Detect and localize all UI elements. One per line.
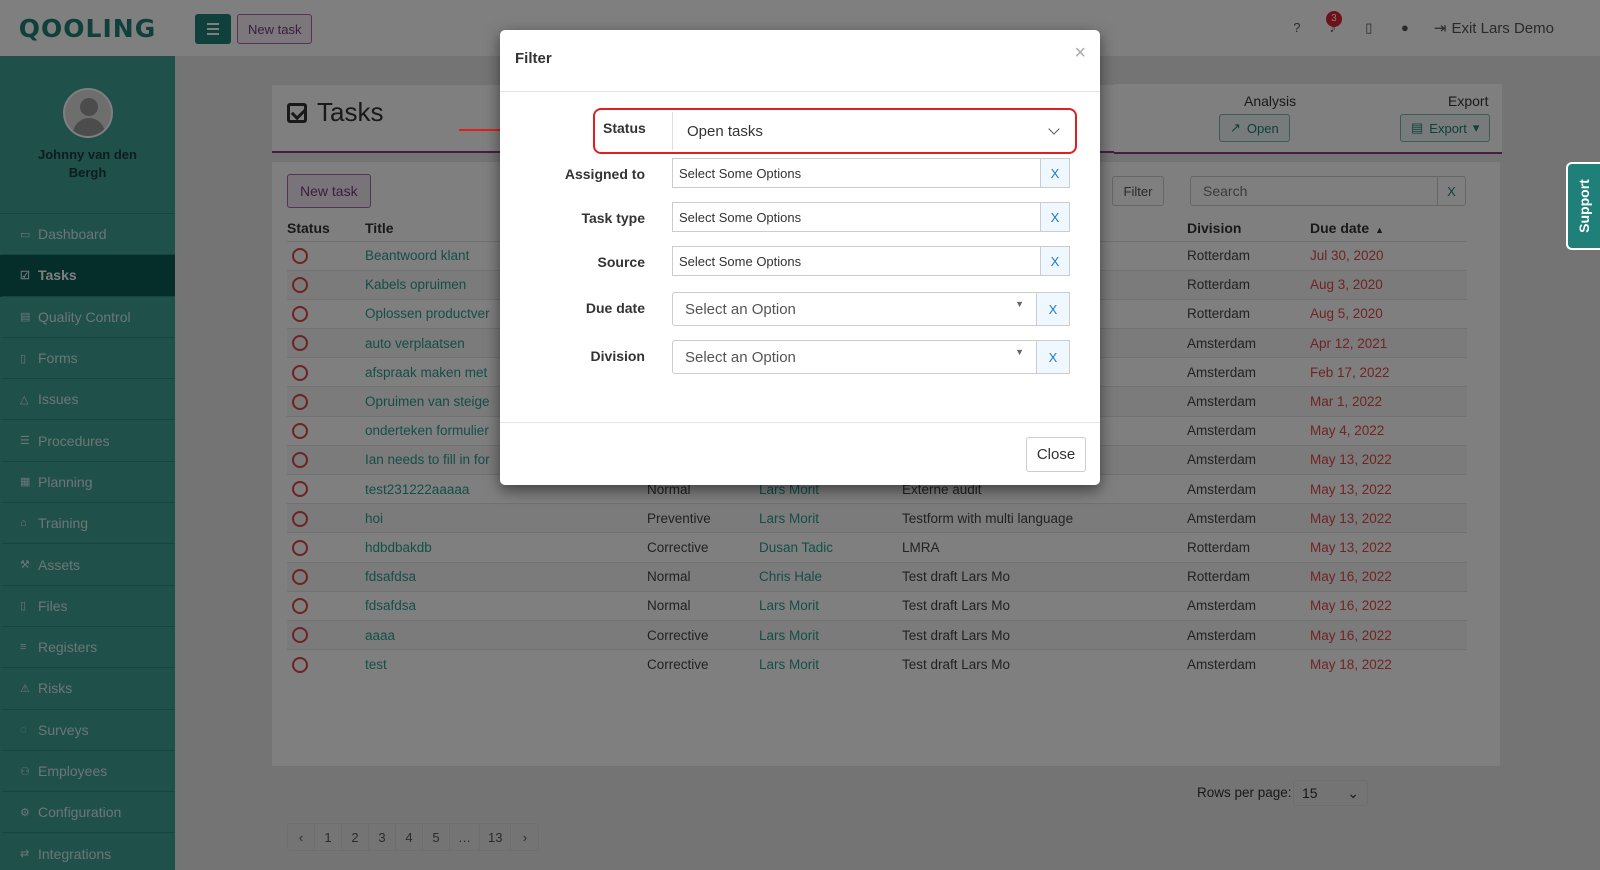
division-label: Division [590, 348, 645, 364]
modal-title: Filter [515, 50, 552, 67]
filter-modal: Filter × Status Open tasks Assigned to S… [500, 30, 1100, 485]
support-label: Support [1576, 179, 1592, 233]
modal-header: Filter × [500, 30, 1100, 92]
due-date-clear-button[interactable]: X [1036, 292, 1070, 326]
modal-footer: Close [500, 422, 1100, 485]
due-date-select[interactable]: Select an Option ▼ X [672, 292, 1070, 326]
division-select[interactable]: Select an Option ▼ X [672, 340, 1070, 374]
status-select[interactable]: Open tasks [672, 112, 1072, 150]
division-clear-button[interactable]: X [1036, 340, 1070, 374]
status-select-value: Open tasks [687, 122, 763, 140]
close-button[interactable]: Close [1026, 437, 1086, 472]
division-select-box[interactable]: Select an Option ▼ [672, 340, 1036, 374]
caret-down-icon: ▼ [1015, 299, 1024, 309]
source-clear-button[interactable]: X [1041, 247, 1069, 275]
caret-down-icon: ▼ [1015, 347, 1024, 357]
close-icon[interactable]: × [1074, 42, 1086, 65]
source-multiselect[interactable]: Select Some Options X [672, 246, 1070, 276]
assigned-to-multiselect[interactable]: Select Some Options X [672, 158, 1070, 188]
task-type-multiselect[interactable]: Select Some Options X [672, 202, 1070, 232]
division-placeholder: Select an Option [685, 348, 796, 366]
task-type-input[interactable]: Select Some Options [673, 203, 1041, 231]
task-type-clear-button[interactable]: X [1041, 203, 1069, 231]
status-filter-highlight: Status Open tasks [593, 108, 1077, 154]
support-tab[interactable]: Support [1566, 162, 1600, 250]
due-date-label: Due date [585, 300, 645, 316]
assigned-to-label: Assigned to [564, 166, 645, 182]
task-type-label: Task type [581, 210, 645, 226]
source-input[interactable]: Select Some Options [673, 247, 1041, 275]
due-date-placeholder: Select an Option [685, 300, 796, 318]
assigned-to-input[interactable]: Select Some Options [673, 159, 1041, 187]
due-date-select-box[interactable]: Select an Option ▼ [672, 292, 1036, 326]
assigned-to-clear-button[interactable]: X [1041, 159, 1069, 187]
source-label: Source [597, 254, 645, 270]
status-label: Status [603, 120, 646, 136]
chevron-down-icon [1048, 123, 1060, 135]
